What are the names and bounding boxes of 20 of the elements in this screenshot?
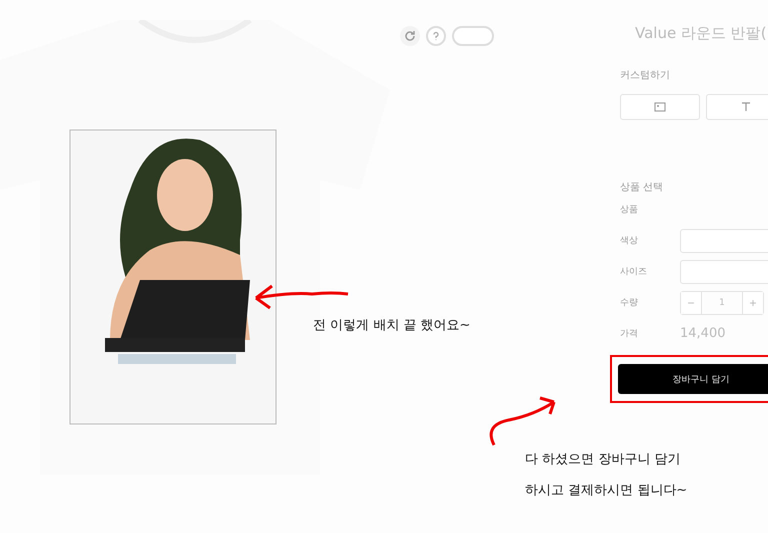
option-label: 가격 [620, 328, 639, 340]
pill-button[interactable] [452, 26, 494, 46]
option-label: 수량 [620, 297, 639, 309]
help-icon[interactable] [426, 26, 446, 46]
image-icon [654, 102, 666, 112]
customize-button[interactable] [620, 94, 700, 120]
option-label: 색상 [620, 235, 639, 247]
text-icon [741, 102, 751, 112]
option-label: 상품 [620, 204, 639, 216]
price-value: 14,400 [680, 326, 726, 341]
annotation-text: 하시고 결제하시면 됩니다~ [525, 482, 688, 499]
customize-button[interactable] [706, 94, 768, 120]
add-to-cart-button[interactable]: 장바구니 담기 [618, 364, 768, 394]
annotation-text: 전 이렇게 배치 끝 했어요~ [313, 317, 470, 334]
refresh-icon[interactable] [400, 26, 420, 46]
annotation-text: 다 하셨으면 장바구니 담기 [525, 451, 680, 468]
product-title: Value 라운드 반팔( [635, 24, 768, 44]
section-heading: 커스텀하기 [620, 69, 671, 82]
option-label: 사이즈 [620, 266, 648, 278]
section-heading: 상품 선택 [620, 181, 664, 194]
